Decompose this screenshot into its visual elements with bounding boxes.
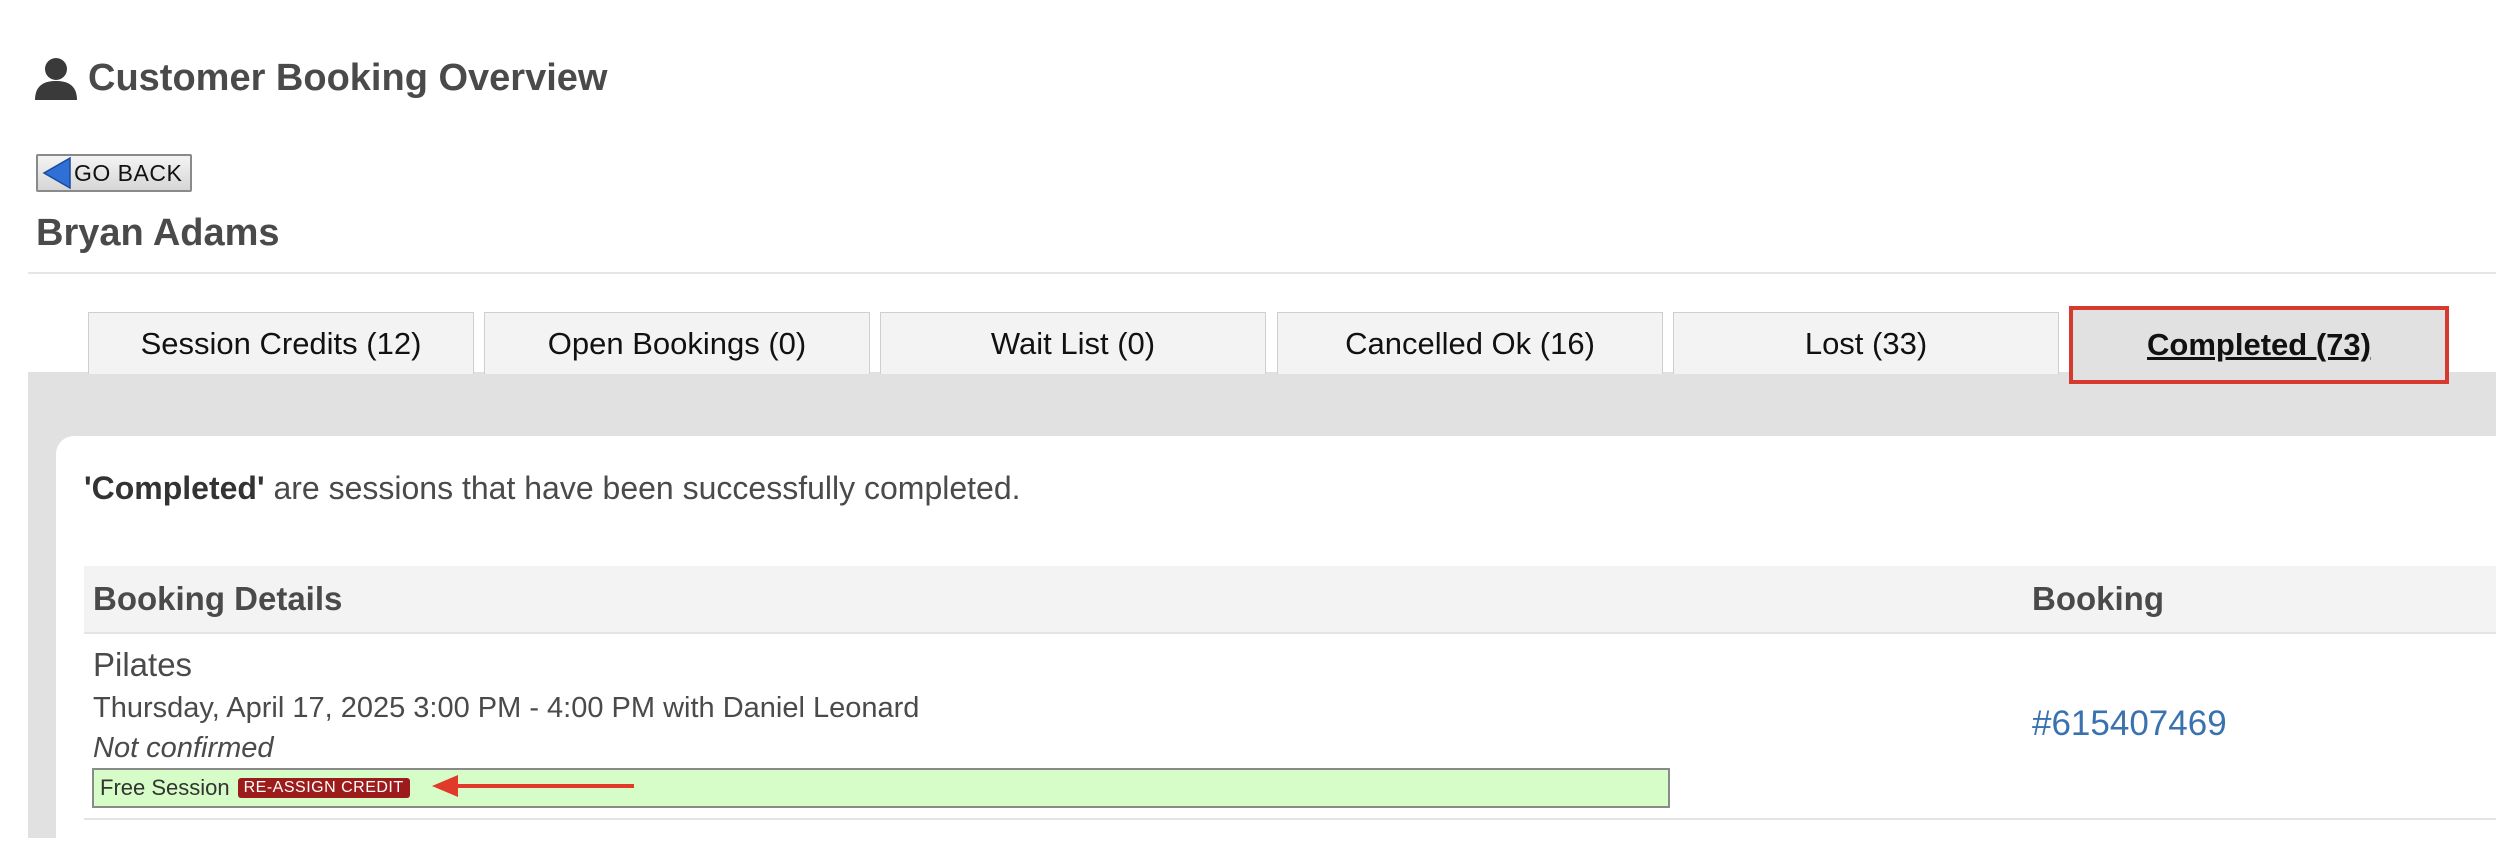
column-header-booking: Booking: [2032, 580, 2164, 617]
panel-description: 'Completed' are sessions that have been …: [84, 470, 1021, 507]
go-back-label: GO BACK: [74, 159, 183, 186]
column-header-booking-details: Booking Details: [93, 580, 343, 617]
annotation-arrow-icon: [432, 775, 634, 797]
table-header: Booking Details Booking: [84, 566, 2496, 634]
session-name: Pilates: [93, 646, 193, 683]
description-text: are sessions that have been successfully…: [264, 470, 1021, 506]
booking-number-link[interactable]: #615407469: [2032, 704, 2227, 744]
confirmation-status: Not confirmed: [93, 732, 274, 764]
row-divider: [84, 818, 2496, 820]
credit-type-label: Free Session: [100, 775, 230, 800]
page-title: Customer Booking Overview: [88, 56, 608, 99]
customer-name: Bryan Adams: [36, 212, 280, 254]
tab-lost[interactable]: Lost (33): [1673, 312, 2059, 374]
session-datetime: Thursday, April 17, 2025 3:00 PM - 4:00 …: [93, 692, 920, 724]
go-back-button[interactable]: GO BACK: [36, 154, 192, 192]
divider: [28, 272, 2496, 274]
tab-completed[interactable]: Completed (73): [2069, 306, 2449, 384]
tab-wait-list[interactable]: Wait List (0): [880, 312, 1266, 374]
tab-session-credits[interactable]: Session Credits (12): [88, 312, 474, 374]
tab-open-bookings[interactable]: Open Bookings (0): [484, 312, 870, 374]
page-header: Customer Booking Overview: [32, 50, 607, 106]
back-arrow-icon: [42, 156, 71, 190]
person-icon: [35, 58, 77, 100]
description-keyword: 'Completed': [84, 470, 265, 506]
tab-cancelled-ok[interactable]: Cancelled Ok (16): [1277, 312, 1663, 374]
credit-bar: Free Session RE-ASSIGN CREDIT: [92, 768, 1670, 808]
reassign-credit-button[interactable]: RE-ASSIGN CREDIT: [237, 778, 410, 798]
